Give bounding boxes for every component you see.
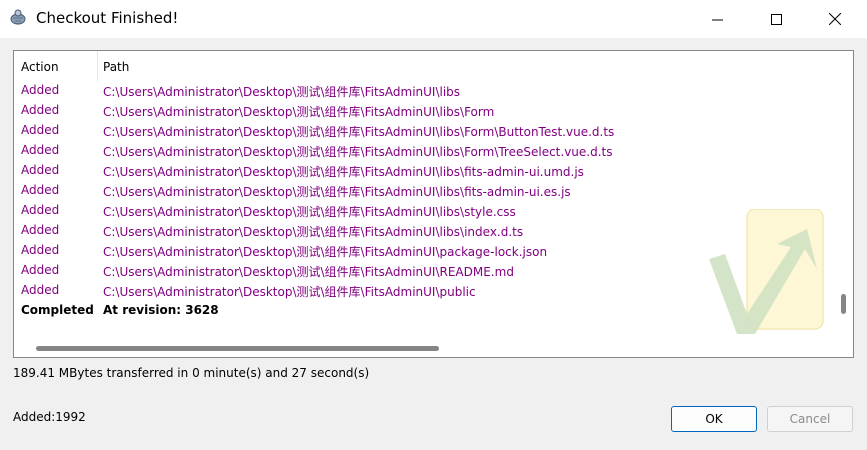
- list-row[interactable]: Added C:\Users\Administrator\Desktop\测试\…: [14, 180, 836, 200]
- window-title: Checkout Finished!: [36, 9, 179, 27]
- maximize-icon: [770, 13, 782, 25]
- maximize-button[interactable]: [747, 0, 805, 38]
- ok-button[interactable]: OK: [671, 406, 757, 432]
- cancel-button[interactable]: Cancel: [767, 406, 853, 432]
- results-list[interactable]: Action Path Added C:\Users\Administrator…: [13, 50, 854, 358]
- transfer-summary: 189.41 MBytes transferred in 0 minute(s)…: [13, 366, 370, 380]
- column-divider[interactable]: [97, 51, 98, 81]
- added-count: Added:1992: [13, 410, 86, 424]
- row-path: C:\Users\Administrator\Desktop\测试\组件库\Fi…: [103, 85, 461, 99]
- horizontal-scroll-thumb[interactable]: [36, 346, 439, 351]
- column-header-path[interactable]: Path: [103, 60, 129, 74]
- row-action: Added: [21, 83, 60, 97]
- vertical-scroll-thumb[interactable]: [841, 294, 846, 314]
- horizontal-scrollbar[interactable]: [14, 340, 853, 357]
- row-action: Added: [21, 103, 60, 117]
- row-action: Added: [21, 243, 60, 257]
- row-action: Added: [21, 283, 60, 297]
- list-row[interactable]: Added C:\Users\Administrator\Desktop\测试\…: [14, 120, 836, 140]
- list-header: Action Path: [14, 51, 836, 81]
- row-action: Added: [21, 163, 60, 177]
- row-path: At revision: 3628: [103, 303, 219, 317]
- close-button[interactable]: [806, 0, 864, 38]
- row-action: Added: [21, 183, 60, 197]
- row-action: Completed: [21, 303, 94, 317]
- row-path: C:\Users\Administrator\Desktop\测试\组件库\Fi…: [103, 185, 571, 199]
- title-bar: Checkout Finished!: [0, 0, 867, 38]
- row-action: Added: [21, 143, 60, 157]
- vertical-scrollbar[interactable]: [836, 51, 853, 340]
- row-path: C:\Users\Administrator\Desktop\测试\组件库\Fi…: [103, 285, 476, 299]
- row-action: Added: [21, 263, 60, 277]
- checkmark-watermark-icon: [709, 209, 824, 334]
- row-path: C:\Users\Administrator\Desktop\测试\组件库\Fi…: [103, 205, 516, 219]
- row-path: C:\Users\Administrator\Desktop\测试\组件库\Fi…: [103, 125, 615, 139]
- column-header-action[interactable]: Action: [21, 60, 59, 74]
- row-path: C:\Users\Administrator\Desktop\测试\组件库\Fi…: [103, 245, 548, 259]
- row-path: C:\Users\Administrator\Desktop\测试\组件库\Fi…: [103, 165, 584, 179]
- minimize-button[interactable]: [688, 0, 746, 38]
- row-path: C:\Users\Administrator\Desktop\测试\组件库\Fi…: [103, 145, 613, 159]
- close-icon: [829, 13, 841, 25]
- tortoisesvn-icon: [10, 9, 26, 25]
- list-row[interactable]: Added C:\Users\Administrator\Desktop\测试\…: [14, 140, 836, 160]
- minimize-icon: [711, 19, 723, 20]
- list-row[interactable]: Added C:\Users\Administrator\Desktop\测试\…: [14, 160, 836, 180]
- list-row[interactable]: Added C:\Users\Administrator\Desktop\测试\…: [14, 80, 836, 100]
- row-path: C:\Users\Administrator\Desktop\测试\组件库\Fi…: [103, 105, 495, 119]
- row-action: Added: [21, 123, 60, 137]
- row-path: C:\Users\Administrator\Desktop\测试\组件库\Fi…: [103, 225, 524, 239]
- list-row[interactable]: Added C:\Users\Administrator\Desktop\测试\…: [14, 100, 836, 120]
- row-path: C:\Users\Administrator\Desktop\测试\组件库\Fi…: [103, 265, 514, 279]
- row-action: Added: [21, 223, 60, 237]
- row-action: Added: [21, 203, 60, 217]
